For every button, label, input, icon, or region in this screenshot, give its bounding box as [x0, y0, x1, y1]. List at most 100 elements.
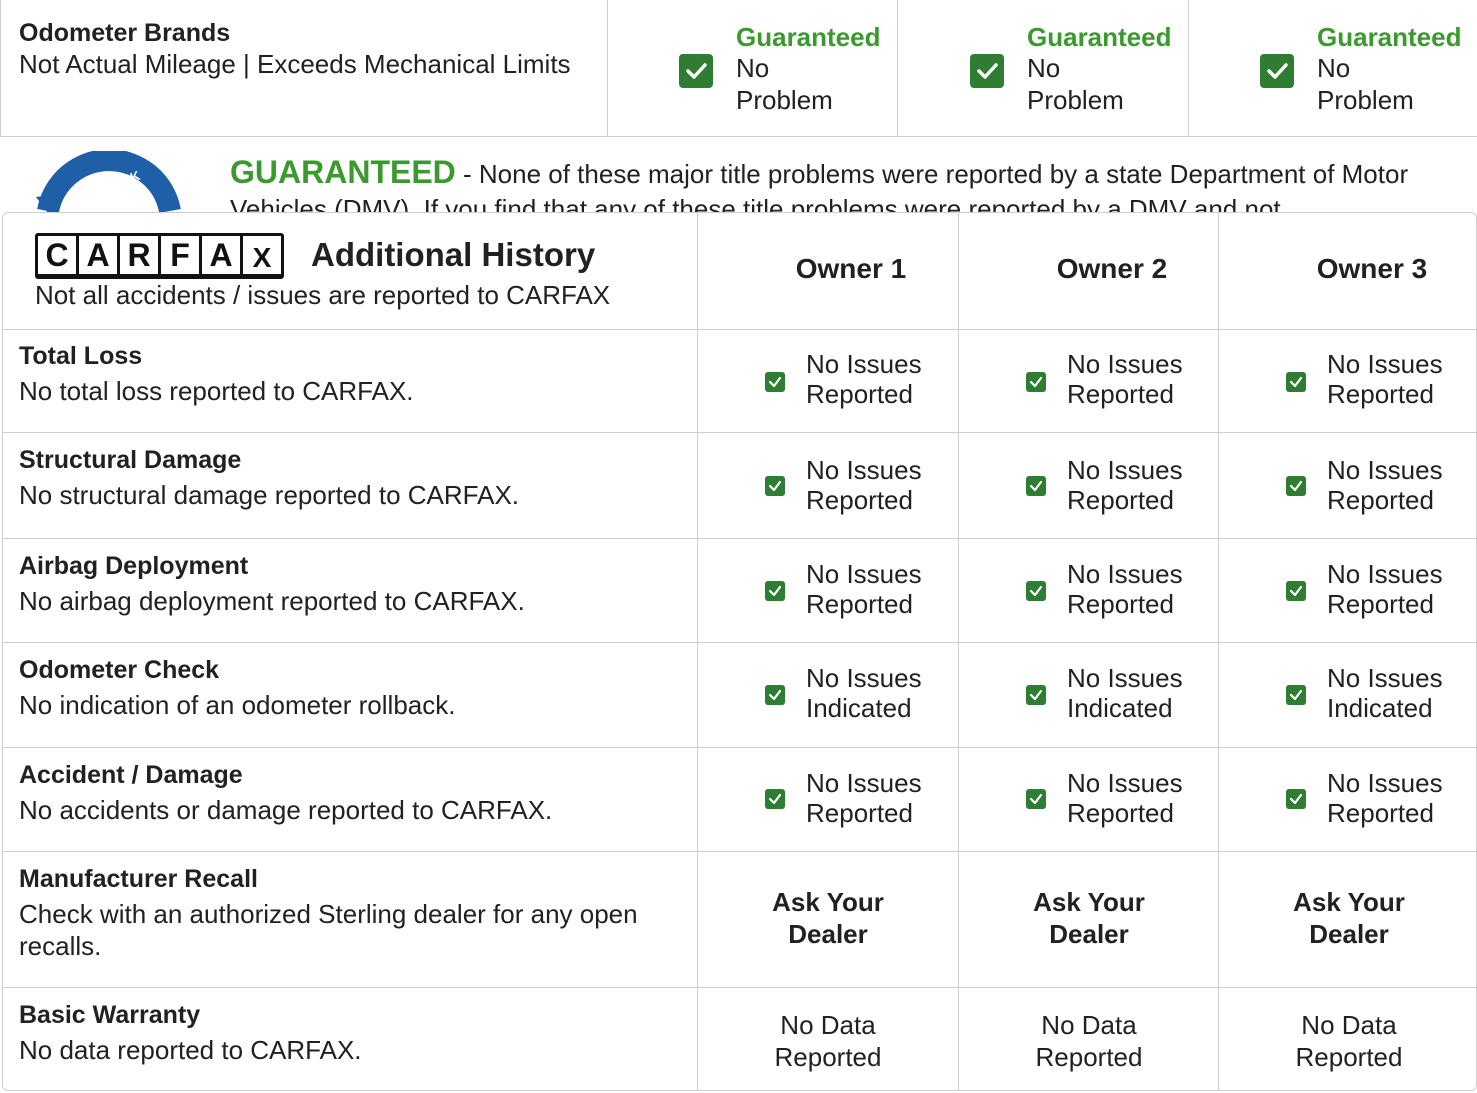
check-icon: [679, 54, 713, 88]
status-line: Reported: [1067, 798, 1174, 828]
row-title: Accident / Damage: [19, 761, 243, 789]
status-line: No Issues: [1327, 349, 1443, 379]
status-line: Dealer: [1049, 919, 1129, 949]
owner-2-status: No Issues Reported: [959, 329, 1219, 432]
status-line: Reported: [774, 1042, 882, 1072]
history-row-structural-damage: Structural Damage No structural damage r…: [3, 433, 1476, 539]
status-line: Problem: [1317, 85, 1414, 115]
status-line: No Issues: [806, 559, 922, 589]
status-line: No: [1027, 53, 1061, 83]
status-line: No Issues: [1327, 663, 1443, 693]
row-desc: No structural damage reported to CARFAX.: [19, 480, 520, 510]
guaranteed-label: Guaranteed: [1027, 22, 1172, 52]
logo-letter: X: [243, 236, 281, 274]
owner-3-status: No Issues Indicated: [1219, 643, 1476, 747]
guaranteed-label: Guaranteed: [1317, 22, 1462, 52]
status-line: No Issues: [806, 349, 922, 379]
row-desc: No airbag deployment reported to CARFAX.: [19, 586, 525, 616]
status-line: Problem: [736, 85, 833, 115]
status-line: No Issues: [1067, 559, 1183, 589]
odometer-brands-desc: Not Actual Mileage | Exceeds Mechanical …: [19, 49, 571, 79]
guaranteed-word: GUARANTEED: [230, 154, 456, 190]
history-row-odometer-check: Odometer Check No indication of an odome…: [3, 643, 1476, 748]
odometer-brands-label: Odometer Brands Not Actual Mileage | Exc…: [19, 18, 589, 80]
status-line: No Issues: [806, 455, 922, 485]
owner-3-status: No Issues Reported: [1219, 433, 1476, 538]
status-line: Reported: [1327, 589, 1434, 619]
row-desc: No total loss reported to CARFAX.: [19, 376, 414, 406]
status-line: Ask Your: [1033, 887, 1145, 917]
divider: [897, 0, 898, 137]
owner-3-status: No Data Reported: [1219, 988, 1476, 1090]
check-icon: [1026, 581, 1046, 601]
owner-2-status: Ask Your Dealer: [959, 852, 1219, 987]
row-title: Manufacturer Recall: [19, 865, 258, 893]
owner-1-status: No Issues Reported: [698, 539, 958, 642]
status-line: Reported: [806, 379, 913, 409]
owner-2-status: No Data Reported: [959, 988, 1219, 1090]
additional-history-subtitle: Not all accidents / issues are reported …: [35, 280, 611, 310]
divider: [607, 0, 608, 137]
banner-text: GUARANTEED - None of these major title p…: [230, 154, 1450, 218]
logo-letter: A: [79, 236, 117, 274]
check-icon: [1026, 789, 1046, 809]
row-desc: Check with an authorized Sterling dealer…: [19, 899, 638, 961]
check-icon: [765, 372, 785, 392]
logo-letter: R: [120, 236, 158, 274]
check-icon: [1286, 685, 1306, 705]
row-title: Structural Damage: [19, 446, 242, 474]
owner-1-header: Owner 1: [795, 253, 907, 284]
row-title: Total Loss: [19, 342, 143, 370]
status-line: No Issues: [1067, 663, 1183, 693]
status-line: Reported: [1327, 485, 1434, 515]
status-line: Ask Your: [1293, 887, 1405, 917]
status-line: No Issues: [1067, 349, 1183, 379]
status-line: No Issues: [1067, 768, 1183, 798]
owner-1-status: No Data Reported: [698, 988, 958, 1090]
check-icon: [1026, 476, 1046, 496]
history-row-accident-damage: Accident / Damage No accidents or damage…: [3, 748, 1476, 852]
status-line: Ask Your: [772, 887, 884, 917]
odometer-brands-row: Odometer Brands Not Actual Mileage | Exc…: [0, 0, 1477, 137]
owner-1-status: Ask Your Dealer: [698, 852, 958, 987]
check-icon: [1286, 789, 1306, 809]
row-title: Odometer Check: [19, 656, 220, 684]
additional-history-panel: C A R F A X Additional History Not all a…: [2, 212, 1477, 1091]
status-line: No: [736, 53, 770, 83]
owner-1-status: No Issues Reported: [698, 433, 958, 538]
status-line: Reported: [1067, 379, 1174, 409]
status-line: Reported: [1327, 798, 1434, 828]
status-line: Reported: [806, 485, 913, 515]
status-line: Reported: [1067, 485, 1174, 515]
logo-letter: F: [161, 236, 199, 274]
owner-3-status: No Issues Reported: [1219, 539, 1476, 642]
check-icon: [765, 685, 785, 705]
status-line: No Issues: [1327, 559, 1443, 589]
row-desc: No accidents or damage reported to CARFA…: [19, 795, 553, 825]
carfax-logo: C A R F A X: [35, 233, 284, 279]
owner-2-status: No Issues Reported: [959, 539, 1219, 642]
status-line: Reported: [1327, 379, 1434, 409]
owner-3-status: No Issues Reported: [1219, 748, 1476, 851]
status-line: No Data: [780, 1010, 876, 1040]
check-icon: [1286, 581, 1306, 601]
logo-letter: C: [38, 236, 76, 274]
status-line: Problem: [1027, 85, 1124, 115]
check-icon: [1286, 476, 1306, 496]
owner-2-status: No Issues Indicated: [959, 643, 1219, 747]
row-desc: No indication of an odometer rollback.: [19, 690, 456, 720]
owner-2-status: No Issues Reported: [959, 748, 1219, 851]
check-icon: [1260, 54, 1294, 88]
status-line: Reported: [806, 798, 913, 828]
status-line: No Data: [1041, 1010, 1137, 1040]
row-title: Airbag Deployment: [19, 552, 249, 580]
buyback-guarantee-banner: BUYBACK GUARANTEED - None of these major…: [0, 137, 1477, 217]
divider: [1188, 0, 1189, 137]
check-icon: [1286, 372, 1306, 392]
owner-3-status: No Issues Reported: [1219, 329, 1476, 432]
row-desc: No data reported to CARFAX.: [19, 1035, 362, 1065]
status-line: Indicated: [1327, 693, 1433, 723]
history-row-manufacturer-recall: Manufacturer Recall Check with an author…: [3, 852, 1476, 988]
history-row-total-loss: Total Loss No total loss reported to CAR…: [3, 329, 1476, 433]
buyback-badge-icon: BUYBACK: [28, 149, 193, 217]
